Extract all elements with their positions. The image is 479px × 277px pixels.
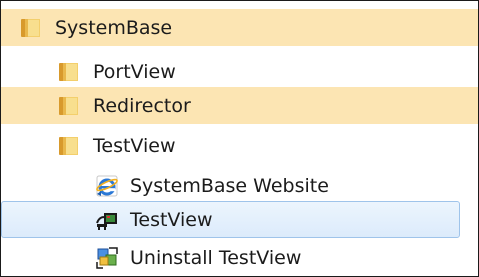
tree-item-label: TestView [130, 208, 213, 231]
start-menu-program-tree: SystemBase PortView Redirector TestView … [0, 0, 479, 277]
tree-item-label: TestView [93, 134, 176, 157]
tree-item-label: PortView [93, 60, 176, 83]
folder-icon [57, 133, 83, 159]
tree-item-label: SystemBase [55, 16, 173, 39]
tree-item-testview-folder[interactable]: TestView [1, 127, 478, 164]
internet-explorer-icon [94, 173, 120, 199]
tree-item-portview-folder[interactable]: PortView [1, 53, 478, 90]
tree-item-label: Redirector [93, 94, 191, 117]
tree-item-systembase-folder[interactable]: SystemBase [1, 9, 478, 46]
testview-app-icon [94, 207, 120, 233]
tree-item-label: SystemBase Website [130, 174, 329, 197]
tree-item-uninstall-testview[interactable]: Uninstall TestView [1, 239, 478, 276]
folder-icon [57, 59, 83, 85]
tree-item-testview-app[interactable]: TestView [1, 201, 460, 238]
folder-icon [57, 93, 83, 119]
tree-item-label: Uninstall TestView [130, 246, 302, 269]
tree-item-systembase-website[interactable]: SystemBase Website [1, 167, 478, 204]
tree-item-redirector-folder[interactable]: Redirector [1, 87, 478, 124]
uninstall-icon [94, 245, 120, 271]
folder-icon [19, 15, 45, 41]
